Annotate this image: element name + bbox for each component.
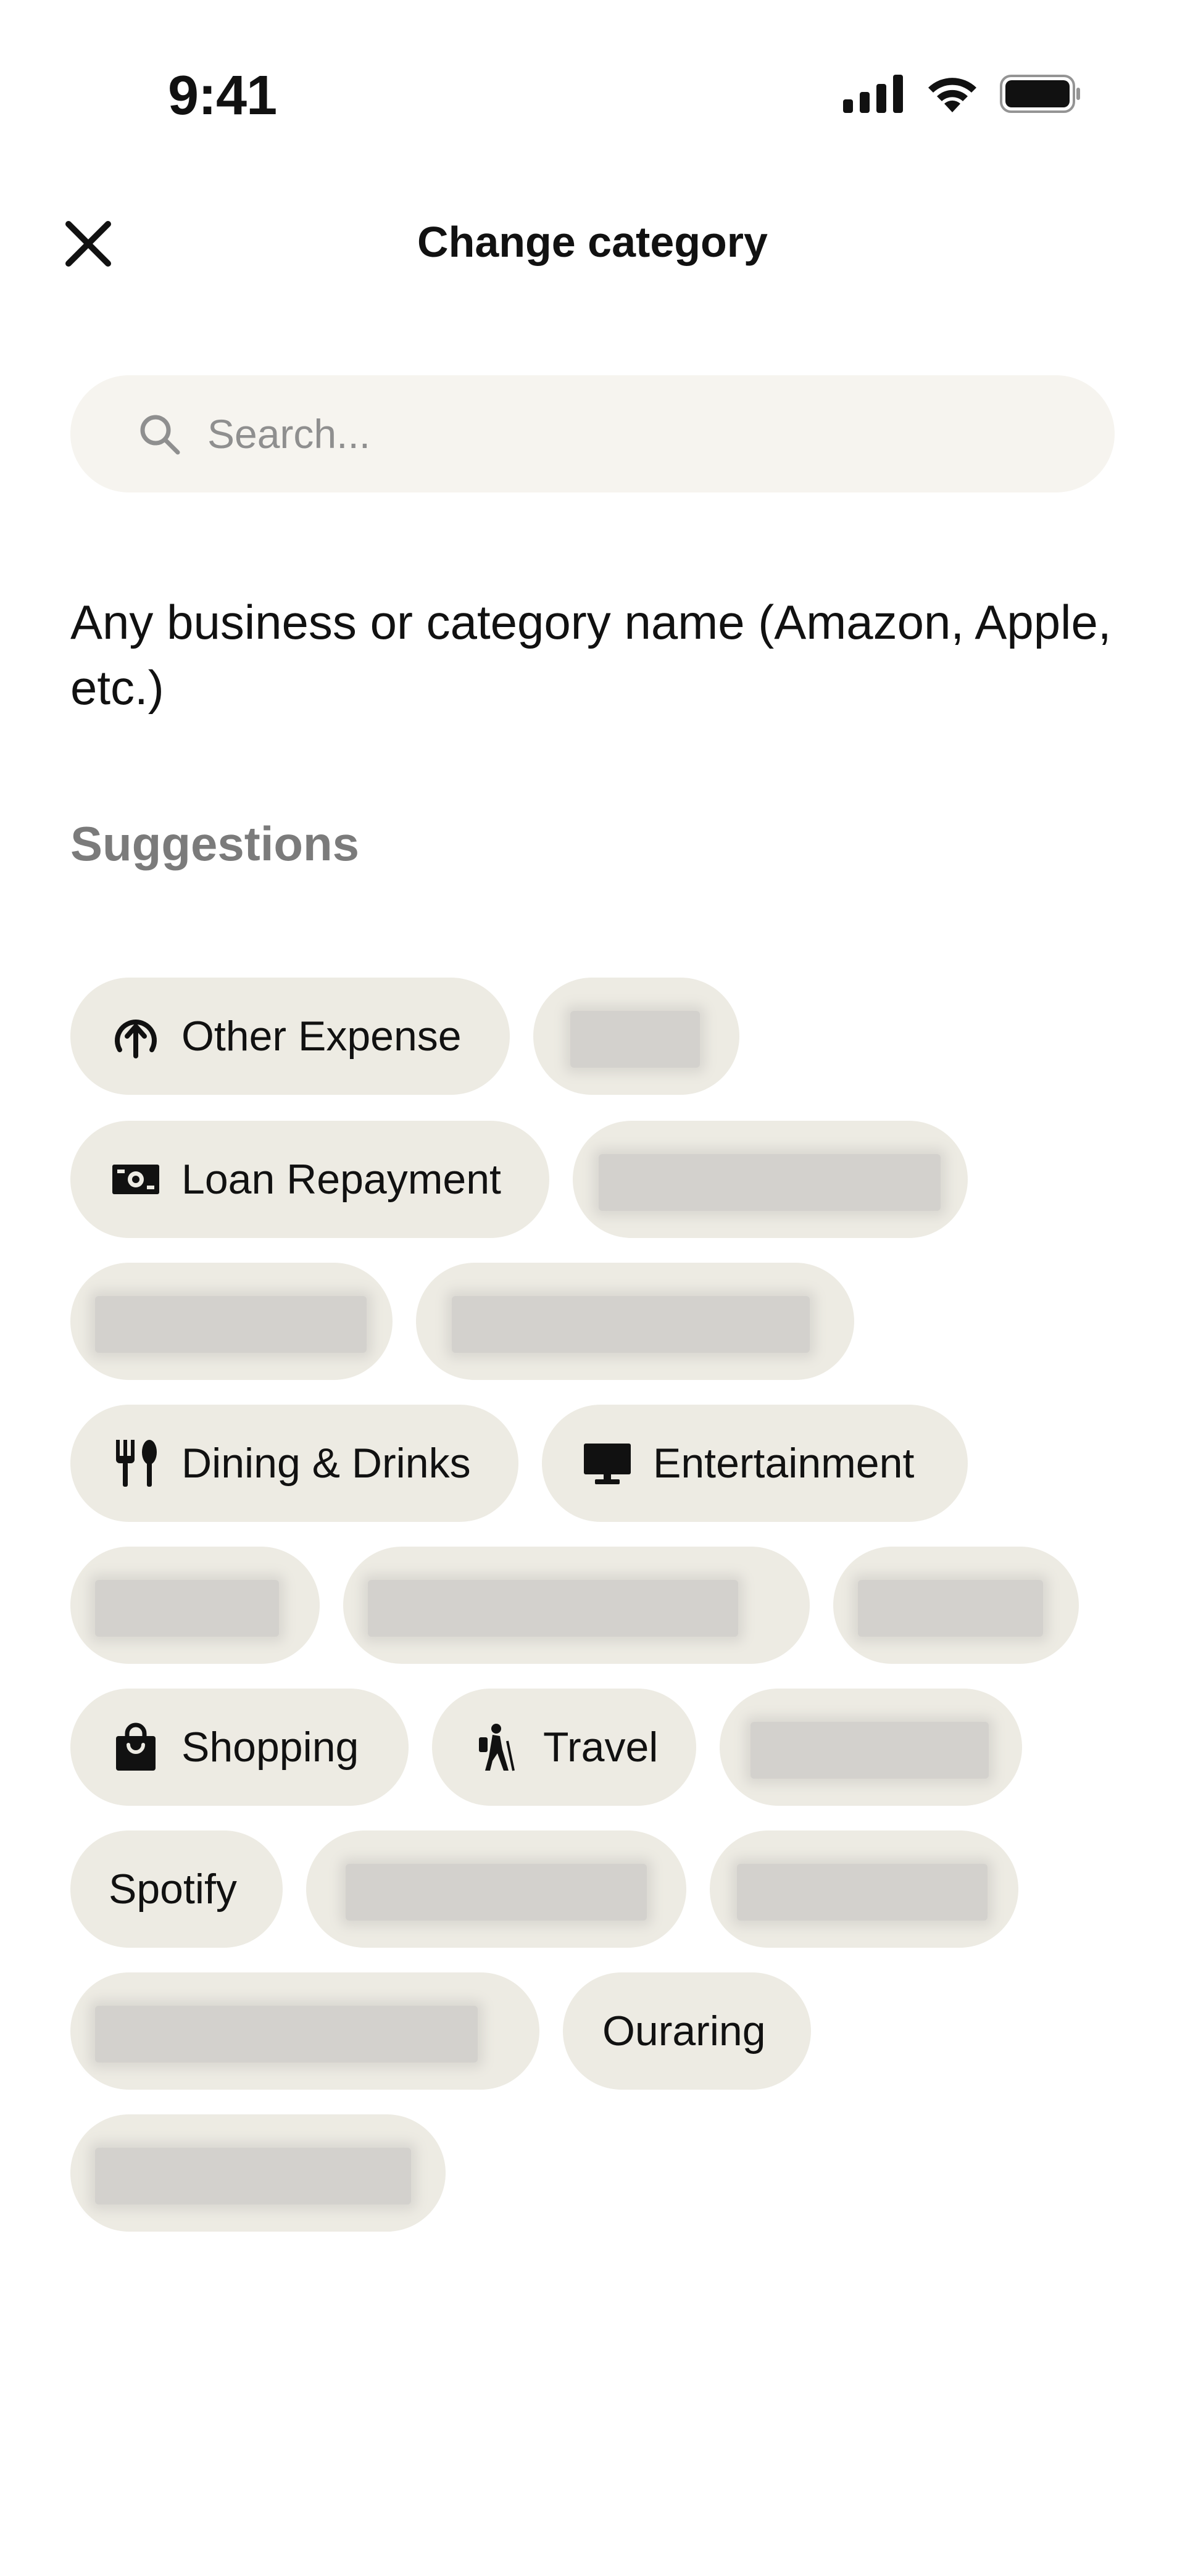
- chip-redacted[interactable]: [416, 1263, 854, 1380]
- redacted-label: [346, 1864, 647, 1921]
- redacted-label: [452, 1296, 810, 1353]
- page-title: Change category: [417, 218, 768, 266]
- chip-spotify[interactable]: Spotify: [70, 1830, 283, 1948]
- chip-label: Loan Repayment: [181, 1156, 501, 1203]
- chip-redacted[interactable]: [533, 978, 739, 1095]
- redacted-label: [750, 1722, 989, 1779]
- suggestions-heading: Suggestions: [70, 816, 360, 871]
- status-bar: 9:41: [0, 0, 1185, 142]
- wifi-icon: [928, 78, 976, 112]
- chip-label: Shopping: [181, 1724, 359, 1771]
- search-input[interactable]: [207, 375, 1115, 492]
- redacted-label: [368, 1580, 738, 1637]
- redacted-label: [95, 1580, 279, 1637]
- chip-label: Ouraring: [602, 2008, 766, 2055]
- chip-ouraring[interactable]: Ouraring: [563, 1972, 811, 2090]
- chip-redacted[interactable]: [833, 1547, 1079, 1664]
- chip-label: Dining & Drinks: [181, 1440, 471, 1487]
- chip-redacted[interactable]: [70, 1972, 539, 2090]
- chip-redacted[interactable]: [573, 1121, 968, 1238]
- redacted-label: [737, 1864, 988, 1921]
- arrow-up-circle-icon: [111, 1012, 160, 1061]
- search-box[interactable]: [70, 375, 1115, 492]
- redacted-label: [599, 1154, 941, 1211]
- chip-other-expense[interactable]: Other Expense: [70, 978, 510, 1095]
- chip-dining-drinks[interactable]: Dining & Drinks: [70, 1405, 518, 1522]
- hint-text: Any business or category name (Amazon, A…: [70, 595, 1112, 715]
- chip-redacted[interactable]: [70, 1263, 393, 1380]
- chip-label: Entertainment: [653, 1440, 915, 1487]
- chip-redacted[interactable]: [70, 2114, 446, 2232]
- chip-redacted[interactable]: [710, 1830, 1018, 1948]
- status-time: 9:41: [168, 65, 277, 127]
- chip-entertainment[interactable]: Entertainment: [542, 1405, 968, 1522]
- chip-travel[interactable]: Travel: [432, 1689, 696, 1806]
- status-icons: [843, 74, 1081, 114]
- chip-label: Spotify: [109, 1866, 237, 1913]
- chip-redacted[interactable]: [720, 1689, 1022, 1806]
- redacted-label: [570, 1011, 700, 1068]
- battery-icon: [1000, 75, 1080, 113]
- redacted-label: [858, 1580, 1043, 1637]
- chip-label: Travel: [543, 1724, 659, 1771]
- hiker-icon: [473, 1722, 522, 1772]
- fork-knife-icon: [111, 1439, 160, 1488]
- chip-shopping[interactable]: Shopping: [70, 1689, 409, 1806]
- shopping-bag-icon: [111, 1722, 160, 1772]
- chip-label: Other Expense: [181, 1013, 462, 1060]
- monitor-icon: [583, 1439, 632, 1488]
- redacted-label: [95, 2006, 478, 2063]
- chip-redacted[interactable]: [343, 1547, 810, 1664]
- signal-icon: [843, 75, 903, 113]
- money-bill-icon: [111, 1155, 160, 1204]
- redacted-label: [95, 1296, 367, 1353]
- chip-redacted[interactable]: [70, 1547, 320, 1664]
- redacted-label: [95, 2148, 411, 2204]
- chip-redacted[interactable]: [306, 1830, 686, 1948]
- chip-loan-repayment[interactable]: Loan Repayment: [70, 1121, 549, 1238]
- search-icon: [140, 415, 180, 455]
